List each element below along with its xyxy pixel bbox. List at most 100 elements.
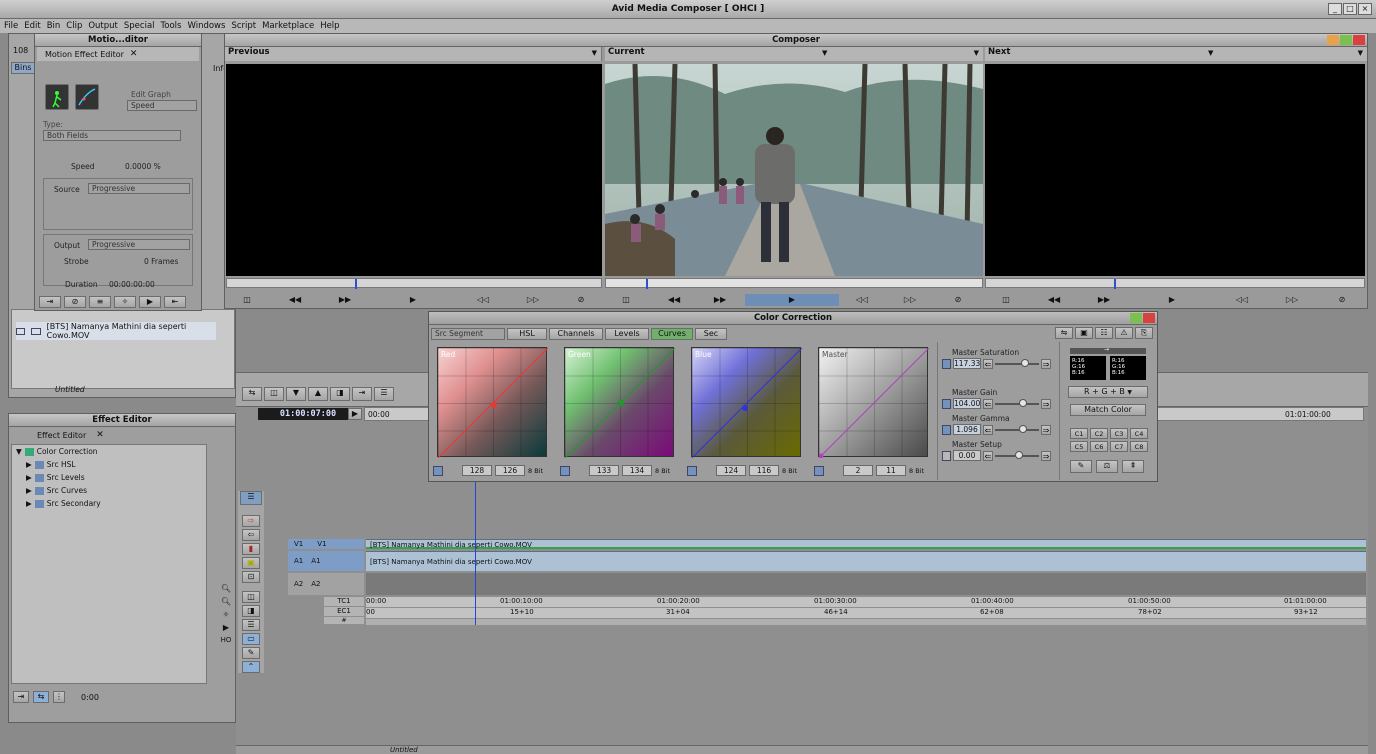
master-in-field[interactable]: 2: [843, 465, 873, 476]
slider-thumb[interactable]: [1021, 358, 1029, 367]
zoom-icon[interactable]: ⌃: [242, 661, 260, 673]
play-button[interactable]: ▶: [745, 294, 839, 306]
chevron-down-icon[interactable]: ▼: [974, 49, 979, 57]
segment-icon[interactable]: ▣: [242, 557, 260, 569]
menu-special[interactable]: Special: [124, 21, 155, 31]
a1-clip[interactable]: [BTS] Namanya Mathini dia seperti Cowo.M…: [366, 551, 1366, 571]
play-icon[interactable]: ▶: [1153, 294, 1191, 306]
a1-track-header[interactable]: A1 A1: [288, 551, 364, 571]
step-back-icon[interactable]: ◁◁: [464, 294, 502, 306]
no-icon[interactable]: ⊘: [64, 296, 86, 308]
tool-icon[interactable]: ☰: [374, 387, 394, 401]
play-icon[interactable]: ▶: [223, 623, 229, 632]
menu-clip[interactable]: Clip: [66, 21, 82, 31]
tab-bins[interactable]: Bins: [11, 62, 35, 74]
save-icon[interactable]: ⎘: [1135, 327, 1153, 339]
c4-button[interactable]: C4: [1130, 428, 1148, 439]
mark-icon[interactable]: ▮: [242, 543, 260, 555]
list-icon[interactable]: ≡: [89, 296, 111, 308]
tool-icon[interactable]: ◫: [242, 591, 260, 603]
master-gamma-field[interactable]: 1.096: [953, 424, 981, 435]
previous-monitor[interactable]: [226, 64, 602, 276]
edit-graph-select[interactable]: Speed: [127, 100, 197, 111]
decrement-icon[interactable]: ⇐: [983, 450, 993, 461]
maximize-button[interactable]: [1130, 313, 1142, 323]
rewind-icon[interactable]: ◀◀: [655, 294, 693, 306]
red-in-field[interactable]: 128: [462, 465, 492, 476]
master-gain-slider[interactable]: [995, 398, 1039, 407]
render-icon[interactable]: ⇥: [39, 296, 61, 308]
current-monitor[interactable]: [605, 64, 983, 276]
slider-thumb[interactable]: [1015, 450, 1023, 459]
slider-thumb[interactable]: [1019, 398, 1027, 407]
master-setup-slider[interactable]: [995, 450, 1039, 459]
menu-bin[interactable]: Bin: [47, 21, 61, 31]
tool-icon[interactable]: ⇥: [352, 387, 372, 401]
blue-in-field[interactable]: 124: [716, 465, 746, 476]
menu-file[interactable]: File: [4, 21, 18, 31]
zoom-in-icon[interactable]: 🔍︎: [221, 584, 231, 593]
tree-item-src-curves[interactable]: ▶ Src Curves: [12, 484, 206, 497]
previous-header[interactable]: Previous ▼: [225, 47, 602, 61]
ec1-track-header[interactable]: EC1: [324, 607, 364, 616]
motion-tab[interactable]: Motion Effect Editor: [45, 50, 124, 59]
rewind-icon[interactable]: ◀◀: [1035, 294, 1073, 306]
link-icon[interactable]: ⇆: [33, 691, 49, 703]
tab-curves[interactable]: Curves: [651, 327, 693, 340]
tool-icon[interactable]: ◫: [264, 387, 284, 401]
frame-icon[interactable]: ◫: [228, 294, 266, 306]
keyframe-icon[interactable]: ✧: [223, 610, 230, 619]
maximize-button[interactable]: [1340, 35, 1352, 45]
menu-icon[interactable]: ☰: [240, 491, 262, 505]
master-gamma-slider[interactable]: [995, 424, 1039, 433]
menu-windows[interactable]: Windows: [187, 21, 225, 31]
menu-tools[interactable]: Tools: [161, 21, 182, 31]
menu-script[interactable]: Script: [231, 21, 256, 31]
no-icon[interactable]: ⊘: [1323, 294, 1361, 306]
v1-track-header[interactable]: V1 V1: [288, 539, 364, 549]
chevron-down-icon[interactable]: ▼: [822, 49, 827, 57]
match-color-button[interactable]: Match Color: [1070, 404, 1146, 416]
next-position-bar[interactable]: [985, 278, 1365, 289]
green-out-field[interactable]: 134: [622, 465, 652, 476]
green-in-field[interactable]: 133: [589, 465, 619, 476]
timecode-display[interactable]: 01:00:07:00: [258, 408, 358, 420]
close-button[interactable]: ×: [1358, 3, 1372, 15]
c8-button[interactable]: C8: [1130, 441, 1148, 452]
enable-toggle[interactable]: [687, 465, 697, 476]
step-back-icon[interactable]: ◁◁: [843, 294, 881, 306]
master-curve-graph[interactable]: Master: [818, 347, 929, 458]
enable-toggle[interactable]: [942, 424, 951, 435]
bin-clip-row[interactable]: [BTS] Namanya Mathini dia seperti Cowo.M…: [16, 322, 216, 340]
master-out-field[interactable]: 11: [876, 465, 906, 476]
hash-track-header[interactable]: #: [324, 617, 364, 624]
c6-button[interactable]: C6: [1090, 441, 1108, 452]
no-icon[interactable]: ⊘: [939, 294, 977, 306]
position-indicator[interactable]: [1114, 279, 1116, 289]
menu-marketplace[interactable]: Marketplace: [262, 21, 314, 31]
tool-icon[interactable]: ◨: [242, 605, 260, 617]
tool-icon[interactable]: ☰: [242, 619, 260, 631]
render-icon[interactable]: ⇥: [13, 691, 29, 703]
menu-output[interactable]: Output: [88, 21, 118, 31]
current-header[interactable]: Current ▼ ▼: [605, 47, 983, 61]
fast-forward-icon[interactable]: ▶▶: [701, 294, 739, 306]
increment-icon[interactable]: ⇒: [1041, 398, 1051, 409]
effect-editor-tab[interactable]: Effect Editor: [37, 431, 86, 440]
menu-edit[interactable]: Edit: [24, 21, 40, 31]
enable-toggle[interactable]: [942, 450, 951, 461]
mode-select[interactable]: R + G + B ▼: [1068, 386, 1148, 398]
step-back-icon[interactable]: ◁◁: [1223, 294, 1261, 306]
enable-toggle[interactable]: [942, 398, 951, 409]
v1-clip[interactable]: [BTS] Namanya Mathini dia seperti Cowo.M…: [366, 539, 1366, 549]
enable-toggle[interactable]: [942, 358, 951, 369]
blue-curve-graph[interactable]: Blue: [691, 347, 802, 458]
increment-icon[interactable]: ⇒: [1041, 424, 1051, 435]
play-icon[interactable]: ▶: [348, 408, 362, 420]
tab-levels[interactable]: Levels: [605, 327, 649, 340]
previous-position-bar[interactable]: [226, 278, 602, 289]
image-icon[interactable]: ▣: [1075, 327, 1093, 339]
zoom-out-icon[interactable]: 🔍︎: [221, 597, 231, 606]
extract-icon[interactable]: ⇦: [242, 529, 260, 541]
next-monitor[interactable]: [985, 64, 1365, 276]
